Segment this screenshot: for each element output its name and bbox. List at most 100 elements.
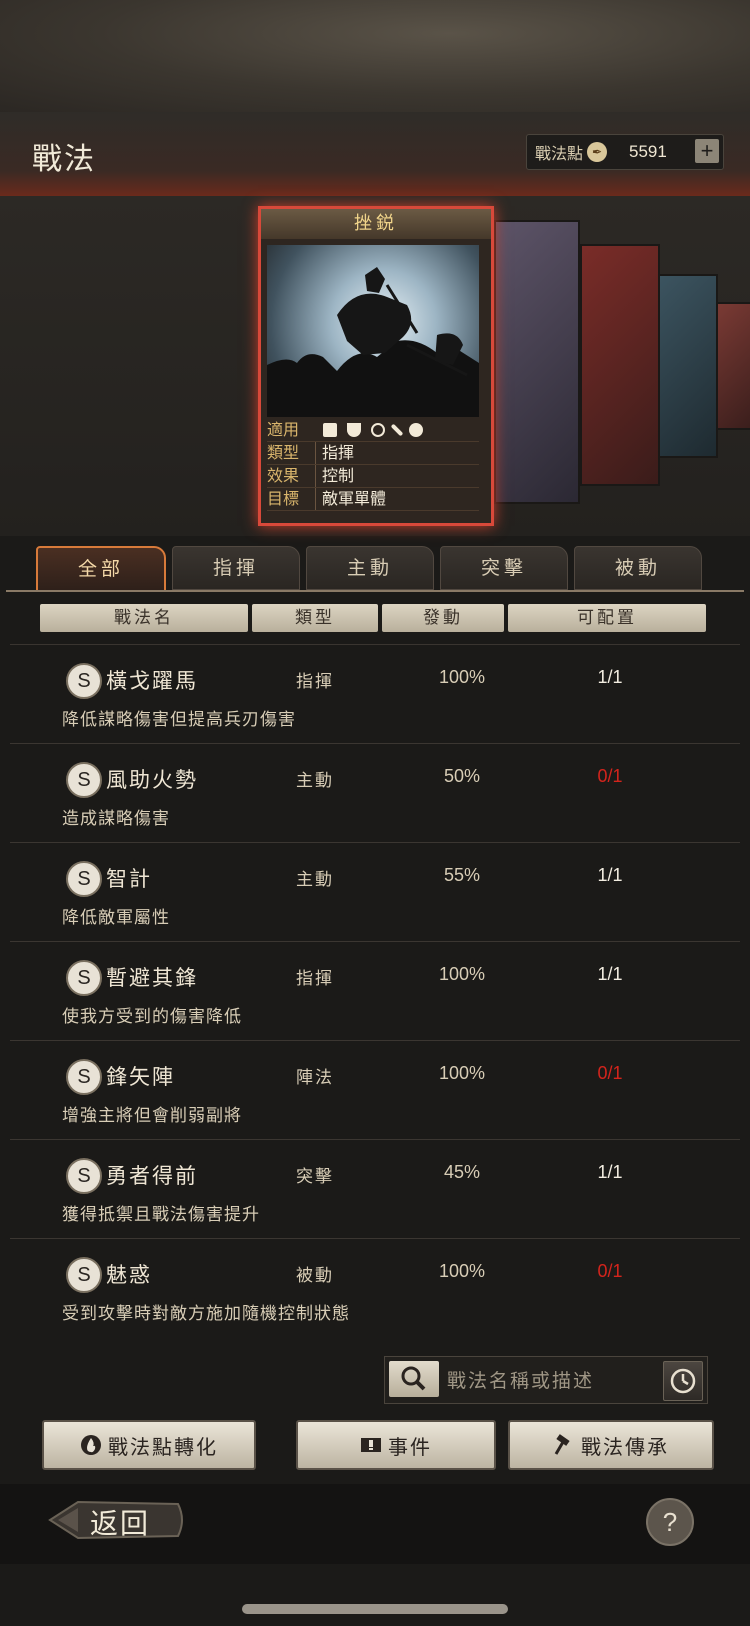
- list-item[interactable]: S 橫戈躍馬 指揮 100% 1/1 降低謀略傷害但提高兵刃傷害: [10, 645, 740, 744]
- tactic-available: 0/1: [597, 766, 623, 786]
- tactic-name: 暫避其鋒: [106, 966, 198, 990]
- back-button[interactable]: 返回: [48, 1496, 188, 1544]
- quill-icon: ✒: [587, 142, 608, 162]
- flame-icon: [81, 1435, 101, 1455]
- info-row-applicable: 適用: [267, 419, 479, 442]
- card-name: 挫鋭: [261, 209, 491, 239]
- search-button[interactable]: [389, 1361, 439, 1397]
- col-name[interactable]: 戰法名: [40, 604, 248, 632]
- tactic-rate: 100%: [438, 1063, 486, 1083]
- side-card-3[interactable]: [658, 274, 718, 458]
- list-item[interactable]: S 魅惑 被動 100% 0/1 受到攻擊時對敵方施加隨機控制狀態: [10, 1239, 740, 1321]
- search-bar: [384, 1356, 708, 1404]
- side-card-4[interactable]: [716, 302, 750, 430]
- tactic-desc: 受到攻擊時對敵方施加隨機控制狀態: [62, 1304, 350, 1321]
- tab-passive[interactable]: 被動: [574, 546, 702, 590]
- alert-book-icon: [361, 1438, 381, 1452]
- col-available[interactable]: 可配置: [508, 604, 706, 632]
- help-button[interactable]: ?: [646, 1498, 694, 1546]
- grade-badge: S: [66, 1059, 102, 1095]
- card-info: 適用 類型 指揮 效果 控制 目標 敵軍單體: [267, 419, 479, 515]
- col-rate[interactable]: 發動: [382, 604, 504, 632]
- selected-tactic-card[interactable]: 挫鋭 適用 類型 指揮 效果 控制 目標 敵軍單體: [258, 206, 494, 526]
- applicable-icons: [315, 419, 423, 441]
- tab-all[interactable]: 全部: [36, 546, 166, 592]
- tactic-type: 指揮: [296, 969, 334, 989]
- search-input[interactable]: [445, 1363, 649, 1399]
- tactic-available: 1/1: [597, 1162, 623, 1182]
- grade-badge: S: [66, 1158, 102, 1194]
- grade-badge: S: [66, 762, 102, 798]
- tactic-available: 0/1: [597, 1261, 623, 1281]
- tactic-available: 0/1: [597, 1063, 623, 1083]
- tactic-type: 主動: [296, 870, 334, 890]
- tactic-desc: 使我方受到的傷害降低: [62, 1007, 242, 1027]
- tactic-tabs: 全部 指揮 主動 突擊 被動: [36, 546, 716, 592]
- tactic-rate: 45%: [443, 1162, 481, 1182]
- tactic-available: 1/1: [597, 667, 623, 687]
- list-item[interactable]: S 勇者得前 突擊 45% 1/1 獲得抵禦且戰法傷害提升: [10, 1140, 740, 1239]
- search-icon: [401, 1366, 426, 1391]
- list-item[interactable]: S 鋒矢陣 陣法 100% 0/1 增強主將但會削弱副將: [10, 1041, 740, 1140]
- tactic-list[interactable]: S 橫戈躍馬 指揮 100% 1/1 降低謀略傷害但提高兵刃傷害 S 風助火勢 …: [10, 644, 740, 1321]
- back-label: 返回: [90, 1507, 151, 1540]
- tab-divider: [6, 590, 744, 592]
- grade-badge: S: [66, 663, 102, 699]
- inherit-label: 戰法傳承: [581, 1434, 669, 1459]
- tactic-available: 1/1: [597, 865, 623, 885]
- info-row-type: 類型 指揮: [267, 442, 479, 465]
- list-item[interactable]: S 暫避其鋒 指揮 100% 1/1 使我方受到的傷害降低: [10, 942, 740, 1041]
- grade-badge: S: [66, 960, 102, 996]
- clock-icon: [670, 1368, 696, 1394]
- inherit-tactic-button[interactable]: 戰法傳承: [508, 1420, 714, 1470]
- info-row-effect: 效果 控制: [267, 465, 479, 488]
- tactic-desc: 造成謀略傷害: [62, 809, 170, 829]
- tactic-name: 魅惑: [106, 1263, 152, 1287]
- points-value: 5591: [629, 142, 667, 161]
- events-button[interactable]: 事件: [296, 1420, 496, 1470]
- tactic-desc: 降低敵軍屬性: [62, 908, 170, 928]
- card-carousel[interactable]: 挫鋭 適用 類型 指揮 效果 控制 目標 敵軍單體: [0, 196, 750, 536]
- tactic-rate: 50%: [443, 766, 481, 786]
- tactic-name: 風助火勢: [106, 768, 198, 792]
- info-row-target: 目標 敵軍單體: [267, 488, 479, 511]
- tactic-rate: 100%: [438, 1261, 486, 1281]
- hammer-icon: [554, 1434, 570, 1455]
- list-item[interactable]: S 智計 主動 55% 1/1 降低敵軍屬性: [10, 843, 740, 942]
- spear-icon: [390, 423, 404, 437]
- tactic-type: 突擊: [296, 1167, 334, 1187]
- grade-badge: S: [66, 1257, 102, 1293]
- footer-bar: 返回 ?: [0, 1484, 750, 1564]
- page-title: 戰法: [32, 142, 96, 177]
- tactic-name: 鋒矢陣: [106, 1065, 175, 1089]
- side-card-2[interactable]: [580, 244, 660, 486]
- add-points-button[interactable]: +: [695, 139, 719, 163]
- column-headers: 戰法名 類型 發動 可配置: [40, 604, 706, 632]
- side-card-1[interactable]: [494, 220, 580, 504]
- tactic-available: 1/1: [597, 964, 623, 984]
- tab-assault[interactable]: 突擊: [440, 546, 568, 590]
- events-label: 事件: [388, 1434, 432, 1459]
- tactic-desc: 增強主將但會削弱副將: [62, 1106, 242, 1126]
- tactic-rate: 55%: [443, 865, 481, 885]
- card-artwork: [267, 245, 479, 417]
- tactic-type: 主動: [296, 771, 334, 791]
- list-item[interactable]: S 風助火勢 主動 50% 0/1 造成謀略傷害: [10, 744, 740, 843]
- top-background: [0, 0, 750, 112]
- history-button[interactable]: [663, 1361, 703, 1401]
- header-bar: 戰法 戰法點 ✒ 5591 +: [0, 112, 750, 198]
- tactic-name: 智計: [106, 867, 152, 891]
- tab-active[interactable]: 主動: [306, 546, 434, 590]
- grade-badge: S: [66, 861, 102, 897]
- col-type[interactable]: 類型: [252, 604, 378, 632]
- tactic-points-box: 戰法點 ✒ 5591 +: [526, 134, 724, 170]
- home-indicator: [242, 1604, 508, 1614]
- convert-points-button[interactable]: 戰法點轉化: [42, 1420, 256, 1470]
- tactic-type: 陣法: [296, 1068, 334, 1088]
- points-label: 戰法點: [535, 144, 584, 163]
- tactic-name: 勇者得前: [106, 1164, 198, 1188]
- tab-command[interactable]: 指揮: [172, 546, 300, 590]
- convert-label: 戰法點轉化: [108, 1434, 218, 1459]
- tactic-type: 被動: [296, 1266, 334, 1286]
- shield-icon: [347, 423, 361, 437]
